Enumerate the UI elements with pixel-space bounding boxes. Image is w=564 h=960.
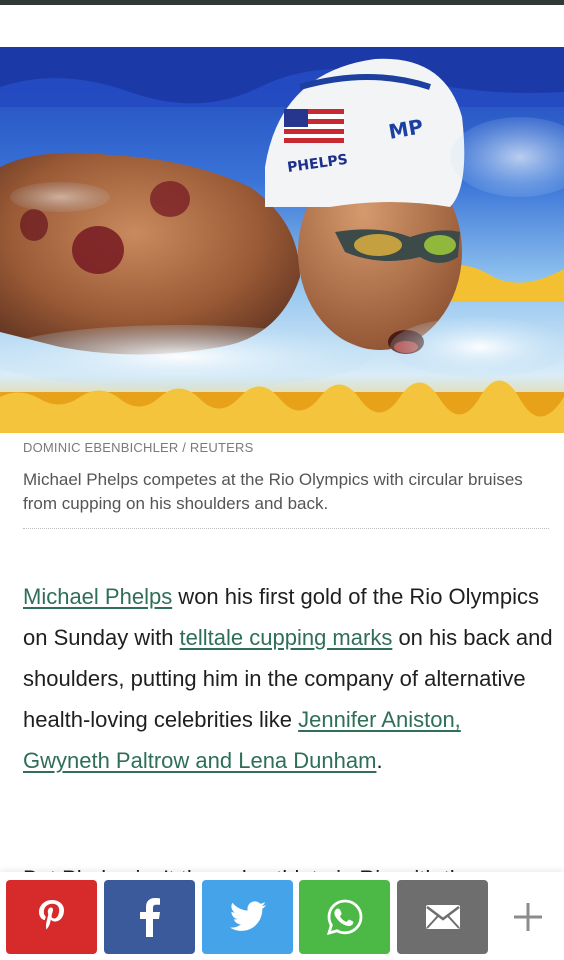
facebook-icon: [139, 898, 160, 937]
photo-credit: DOMINIC EBENBICHLER / REUTERS: [23, 440, 254, 455]
hero-photo: PHELPS MP: [0, 47, 564, 433]
email-share-button[interactable]: [397, 880, 488, 954]
whatsapp-icon: [326, 899, 362, 935]
pinterest-icon: [38, 900, 64, 930]
twitter-share-button[interactable]: [202, 880, 293, 954]
photo-caption: Michael Phelps competes at the Rio Olymp…: [23, 470, 523, 513]
swimmer-photo: PHELPS MP: [0, 47, 564, 433]
twitter-icon: [229, 901, 266, 931]
article-paragraph: Michael Phelps won his first gold of the…: [23, 576, 553, 781]
caption-divider: [23, 528, 549, 529]
cupping-mark: [72, 226, 124, 274]
article-text: .: [376, 748, 383, 773]
link-telltale-cupping-marks[interactable]: telltale cupping marks: [180, 625, 393, 650]
plus-icon: [514, 903, 542, 931]
share-bar: [0, 872, 564, 960]
whatsapp-share-button[interactable]: [299, 880, 390, 954]
facebook-share-button[interactable]: [104, 880, 195, 954]
link-michael-phelps[interactable]: Michael Phelps: [23, 584, 172, 609]
more-share-button[interactable]: [493, 880, 563, 954]
top-bar: [0, 0, 564, 5]
email-icon: [425, 905, 460, 929]
pinterest-share-button[interactable]: [6, 880, 97, 954]
